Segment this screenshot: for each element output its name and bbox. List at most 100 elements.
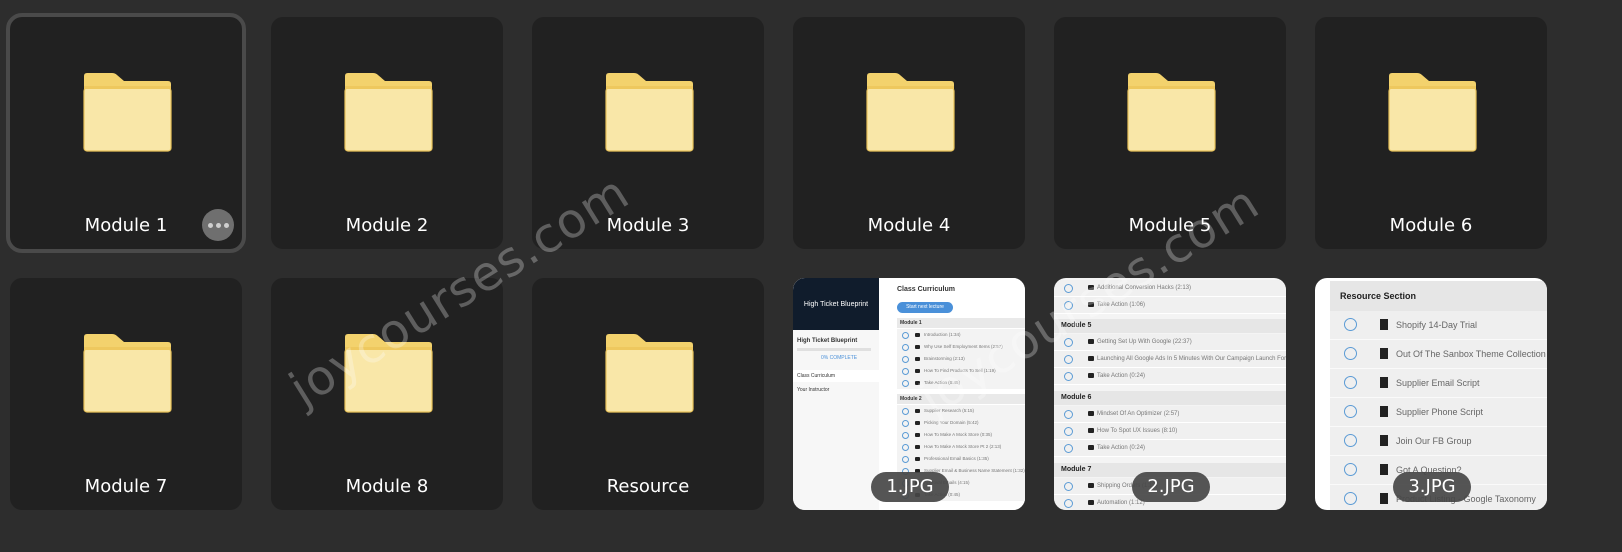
- preview-start-button: Start next lecture: [897, 302, 953, 313]
- video-icon: [915, 357, 920, 361]
- preview-lecture-row: Brainstorming (2:13): [897, 353, 1025, 365]
- resource-title: Shopify 14-Day Trial: [1396, 320, 1478, 330]
- preview-lecture-row: Professional Email Basics (1:35): [897, 453, 1025, 465]
- circle-icon: [1344, 434, 1357, 447]
- image-tile-1[interactable]: High Ticket Blueprint High Ticket Bluepr…: [793, 278, 1025, 510]
- lecture-title: Picking Your Domain (5:42): [924, 420, 979, 425]
- folder-icon: [83, 73, 172, 152]
- lecture-title: How To Make A Mock Store (0:35): [924, 432, 992, 437]
- folder-tile-module-8[interactable]: Module 8: [271, 278, 503, 510]
- video-icon: [915, 433, 920, 437]
- preview-resource-row: Join Our FB Group: [1330, 427, 1547, 456]
- folder-tile-module-4[interactable]: Module 4: [793, 17, 1025, 249]
- circle-icon: [1064, 410, 1073, 419]
- circle-icon: [1064, 301, 1073, 310]
- folder-tile-module-7[interactable]: Module 7: [10, 278, 242, 510]
- preview-module-header: Module 2: [897, 394, 1025, 404]
- lecture-title: Professional Email Basics (1:35): [924, 456, 989, 461]
- folder-icon: [1127, 73, 1216, 152]
- circle-icon: [902, 432, 909, 439]
- preview-module-header: Module 6: [1054, 391, 1286, 405]
- lecture-title: Brainstorming (2:13): [924, 356, 965, 361]
- preview-progress-bar: [797, 348, 871, 351]
- lecture-title: Launching All Google Ads In 5 Minutes Wi…: [1097, 356, 1286, 362]
- preview-module-header: Module 5: [1054, 319, 1286, 333]
- folder-tile-module-5[interactable]: Module 5: [1054, 17, 1286, 249]
- lecture-title: Take Action (0:45): [924, 380, 961, 385]
- document-icon: [1380, 464, 1388, 475]
- circle-icon: [902, 368, 909, 375]
- folder-icon: [605, 334, 694, 413]
- preview-lecture-row: Getting Set Up With Google (22:37): [1054, 334, 1286, 351]
- preview-banner: High Ticket Blueprint: [793, 278, 879, 330]
- lecture-title: Getting Set Up With Google (22:37): [1097, 339, 1192, 345]
- folder-name: Module 8: [345, 476, 429, 497]
- circle-icon: [1344, 463, 1357, 476]
- folder-tile-module-2[interactable]: Module 2: [271, 17, 503, 249]
- preview-module-header: Module 1: [897, 318, 1025, 328]
- video-icon: [1088, 500, 1094, 505]
- preview-lecture-row: Mindset Of An Optimizer (2:57): [1054, 406, 1286, 423]
- preview-lecture-row: Supplier Research (5:15): [897, 405, 1025, 417]
- video-icon: [915, 369, 920, 373]
- folder-name: Module 3: [606, 215, 690, 236]
- preview-lecture-row: Introduction (1:34): [897, 329, 1025, 341]
- video-icon: [1088, 285, 1094, 290]
- preview-resource-row: Supplier Phone Script: [1330, 398, 1547, 427]
- circle-icon: [902, 332, 909, 339]
- document-icon: [1380, 348, 1388, 359]
- preview-resource-row: Shopify 14-Day Trial: [1330, 311, 1547, 340]
- video-icon: [1088, 373, 1094, 378]
- preview-nav-item: Class Curriculum: [793, 370, 879, 382]
- circle-icon: [902, 380, 909, 387]
- document-icon: [1380, 406, 1388, 417]
- folder-tile-resource[interactable]: Resource: [532, 278, 764, 510]
- video-icon: [1088, 356, 1094, 361]
- folder-tile-module-3[interactable]: Module 3: [532, 17, 764, 249]
- preview-lecture-row: Take Action (0:24): [1054, 440, 1286, 457]
- circle-icon: [1344, 405, 1357, 418]
- preview-lecture-row: How To Find Products To Sell (1:19): [897, 365, 1025, 377]
- folder-tile-module-6[interactable]: Module 6: [1315, 17, 1547, 249]
- image-name-label: 1.JPG: [871, 472, 949, 502]
- circle-icon: [902, 456, 909, 463]
- circle-icon: [1064, 372, 1073, 381]
- lecture-title: Why Use Self Employment Items (2:57): [924, 344, 1003, 349]
- preview-progress-text: 0% COMPLETE: [821, 355, 858, 361]
- image-tile-2[interactable]: Additional Conversion Hacks (2:13) Take A…: [1054, 278, 1286, 510]
- video-icon: [1088, 302, 1094, 307]
- folder-icon: [1388, 73, 1477, 152]
- video-icon: [1088, 445, 1094, 450]
- folder-name: Module 2: [345, 215, 429, 236]
- lecture-title: Introduction (1:34): [924, 332, 961, 337]
- lecture-title: Take Action (0:24): [1097, 445, 1146, 451]
- video-icon: [915, 333, 920, 337]
- folder-name: Resource: [606, 476, 690, 497]
- resource-title: Supplier Email Script: [1396, 378, 1480, 388]
- circle-icon: [1064, 444, 1073, 453]
- lecture-title: Take Action (1:06): [1097, 302, 1146, 308]
- document-icon: [1380, 493, 1388, 504]
- video-icon: [1088, 339, 1094, 344]
- lecture-title: Take Action (0:24): [1097, 373, 1146, 379]
- dot-icon: [223, 222, 229, 228]
- image-name-label: 3.JPG: [1393, 472, 1471, 502]
- preview-lecture-row: Take Action (0:24): [1054, 368, 1286, 385]
- image-tile-3[interactable]: Resource Section Shopify 14-Day Trial Out…: [1315, 278, 1547, 510]
- folder-icon: [344, 334, 433, 413]
- folder-tile-module-1[interactable]: Module 1: [6, 13, 246, 253]
- video-icon: [915, 457, 920, 461]
- preview-lecture-row: Take Action (0:45): [897, 377, 1025, 389]
- preview-resource-row: Supplier Email Script: [1330, 369, 1547, 398]
- circle-icon: [1064, 338, 1073, 347]
- lecture-title: How To Make A Mock Store Pt 2 (2:13): [924, 444, 1002, 449]
- preview-lecture-row: Why Use Self Employment Items (2:57): [897, 341, 1025, 353]
- folder-icon: [605, 73, 694, 152]
- circle-icon: [1064, 284, 1073, 293]
- preview-nav-item: Your Instructor: [797, 387, 830, 393]
- document-icon: [1380, 319, 1388, 330]
- preview-lecture-row: Additional Conversion Hacks (2:13): [1054, 280, 1286, 297]
- lecture-title: How To Spot UX Issues (8:10): [1097, 428, 1178, 434]
- more-options-button[interactable]: [202, 209, 234, 241]
- preview-resource-row: Out Of The Sanbox Theme Collection: [1330, 340, 1547, 369]
